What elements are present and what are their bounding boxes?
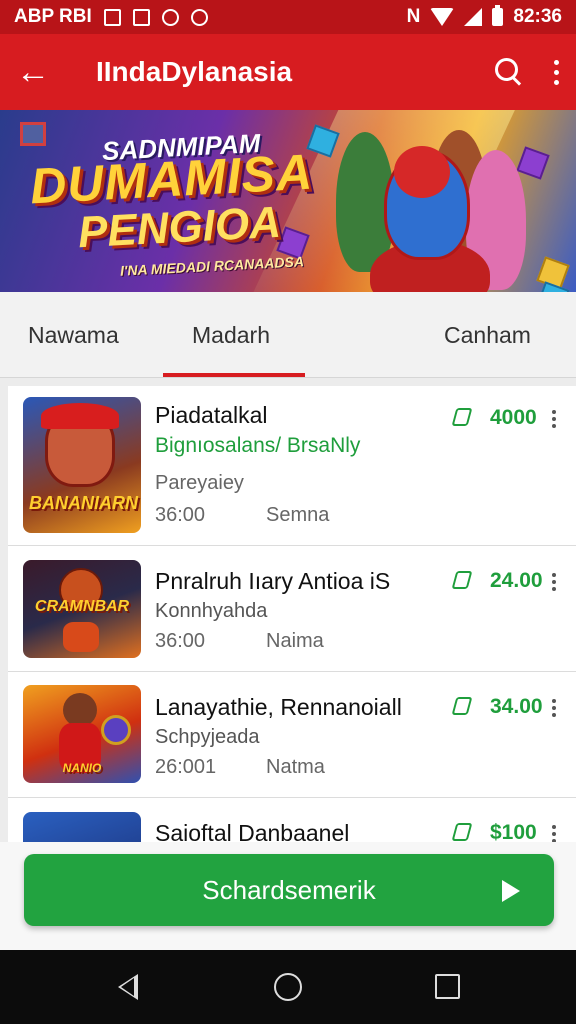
cta-container: Schardsemerik [0,842,576,950]
list-item[interactable]: BANANIARN Piadatalkal Bignıosalans/ Brsa… [8,386,576,546]
item-thumbnail [23,812,141,842]
app-notification-icon [190,8,208,26]
system-nav-bar [0,950,576,1024]
thumb-label: CRAMNBAR [34,598,130,615]
item-category: Pareyaiey [155,472,244,494]
page-title: IIndaDylanasia [96,56,293,87]
thumb-character [63,693,97,727]
thumb-hair [41,403,119,429]
item-more-icon[interactable] [552,699,557,717]
item-time: 36:00 [155,630,206,652]
item-price: 24.00 [490,569,543,592]
tag-icon [451,571,473,589]
item-subtitle: Bignıosalans/ BrsaNly [155,434,361,457]
status-left: ABP RBI [14,6,208,28]
item-subtitle: Schpyjeada [155,726,260,748]
status-time: 82:36 [513,6,562,27]
signal-icon [464,8,483,26]
item-more-icon[interactable] [552,825,557,842]
tag-icon [451,408,473,426]
gallery-notification-icon [103,8,121,26]
battery-icon [492,5,504,26]
item-more-icon[interactable] [552,410,557,428]
app-bar-actions [494,57,560,87]
list-item[interactable]: CRAMNBAR Pnralruh Iıary Antioa iS Konnhy… [8,546,576,672]
promo-banner[interactable]: SADNMIPAM DUMAMISA PENGIOA I'NA MIEDADI … [0,110,576,292]
image-notification-icon [132,8,150,26]
item-price: 4000 [490,406,537,429]
item-meta: Naima [266,630,324,652]
item-meta: Natma [266,756,325,778]
item-meta: Semna [266,504,330,526]
item-thumbnail: NANIO [23,685,141,783]
banner-hero-head [394,146,450,198]
tab-canham[interactable]: Canham [444,292,531,378]
thumb-label: NANIO [62,761,102,775]
tab-nawama[interactable]: Nawama [28,292,119,378]
item-more-icon[interactable] [552,573,557,591]
tag-icon [451,823,473,841]
banner-logo-icon [20,122,46,146]
list-item[interactable]: NANIO Lanayathie, Rennanoiall Schpyjeada… [8,672,576,798]
item-name: Piadatalkal [155,402,268,428]
more-vert-icon[interactable] [552,59,560,85]
thumb-label: BANANIARN [29,493,138,513]
item-subtitle: Konnhyahda [155,600,268,622]
item-thumbnail: BANANIARN [23,397,141,533]
thumb-body [63,622,99,652]
tag-icon [451,697,473,715]
status-bar: ABP RBI N 82:36 [0,0,576,34]
app-bar: ← IIndaDylanasia [0,34,576,110]
nav-back-icon[interactable] [118,974,138,1000]
item-name: Pnralruh Iıary Antioa iS [155,568,391,594]
nav-home-icon[interactable] [274,973,302,1001]
nfc-icon: N [406,6,421,27]
cta-label: Schardsemerik [202,874,376,905]
wifi-icon [430,8,455,26]
primary-action-button[interactable]: Schardsemerik [24,854,554,926]
back-arrow-icon[interactable]: ← [16,55,60,89]
item-time: 26:001 [155,756,217,778]
item-name: Saioftal Danbaanel [155,820,350,842]
status-right: N 82:36 [406,5,562,28]
item-name: Lanayathie, Rennanoiall [155,694,402,720]
item-price: 34.00 [490,695,543,718]
banner-headline-2: PENGIOA [76,197,283,258]
tab-bar: Nawama Madarh Canham [0,292,576,378]
item-price: $100 [490,821,537,842]
thumb-shield [101,715,131,745]
alarm-icon [161,8,179,26]
search-icon[interactable] [494,57,524,87]
game-list: BANANIARN Piadatalkal Bignıosalans/ Brsa… [8,386,576,842]
tab-madarh[interactable]: Madarh [192,292,270,378]
banner-cube-icon [516,146,550,180]
item-thumbnail: CRAMNBAR [23,560,141,658]
tab-active-indicator [163,373,305,377]
nav-recents-icon[interactable] [435,974,460,999]
item-time: 36:00 [155,504,206,526]
play-icon [502,880,520,902]
status-carrier-text: ABP RBI [14,6,92,27]
list-item[interactable]: Saioftal Danbaanel $100 [8,798,576,842]
